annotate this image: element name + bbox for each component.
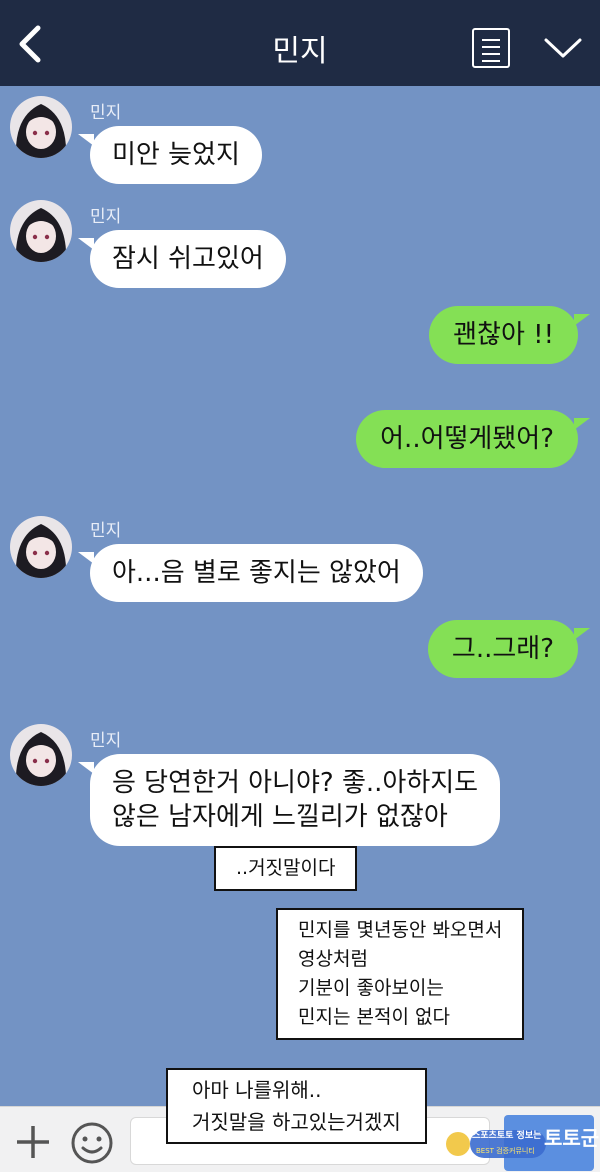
incoming-message[interactable]: 미안 늦었지 [78,126,262,184]
outgoing-message[interactable]: 괜찮아 !! [429,306,590,364]
avatar[interactable] [10,96,72,158]
incoming-message[interactable]: 아...음 별로 좋지는 않았어 [78,544,423,602]
watermark-brand: 토토군 [544,1126,600,1150]
chat-title: 민지 [272,34,328,69]
outgoing-message[interactable]: 어..어떻게됐어? [356,410,590,468]
sender-name: 민지 [90,521,122,541]
plus-icon[interactable] [14,1123,52,1161]
watermark-subtext: BEST 검증커뮤니티 [476,1147,535,1155]
sender-name: 민지 [90,103,122,123]
watermark-text: 스포츠토토 정보는 [472,1131,542,1141]
chevron-down-icon[interactable] [540,32,586,64]
emoji-icon[interactable] [70,1121,114,1165]
avatar[interactable] [10,724,72,786]
incoming-message[interactable]: 잠시 쉬고있어 [78,230,286,288]
chat-area[interactable]: 민지 미안 늦었지 민지 잠시 쉬고있어 괜찮아 !! 어..어떻게됐어? 민지… [0,86,600,1106]
avatar[interactable] [10,200,72,262]
chat-header: 민지 [0,0,600,86]
narration-box: 민지를 몇년동안 봐오면서 영상처럼 기분이 좋아보이는 민지는 본적이 없다 [276,908,525,1040]
incoming-message[interactable]: 응 당연한거 아니야? 좋..아하지도 않은 남자에게 느낄리가 없잖아 [77,754,501,846]
avatar[interactable] [10,516,72,578]
narration-box: ..거짓말이다 [214,846,358,891]
menu-icon[interactable] [472,28,510,68]
outgoing-message[interactable]: 그..그래? [427,620,591,678]
sender-name: 민지 [90,731,122,751]
narration-box: 아마 나를위해.. 거짓말을 하고있는거겠지 [166,1068,427,1144]
sender-name: 민지 [90,207,122,227]
